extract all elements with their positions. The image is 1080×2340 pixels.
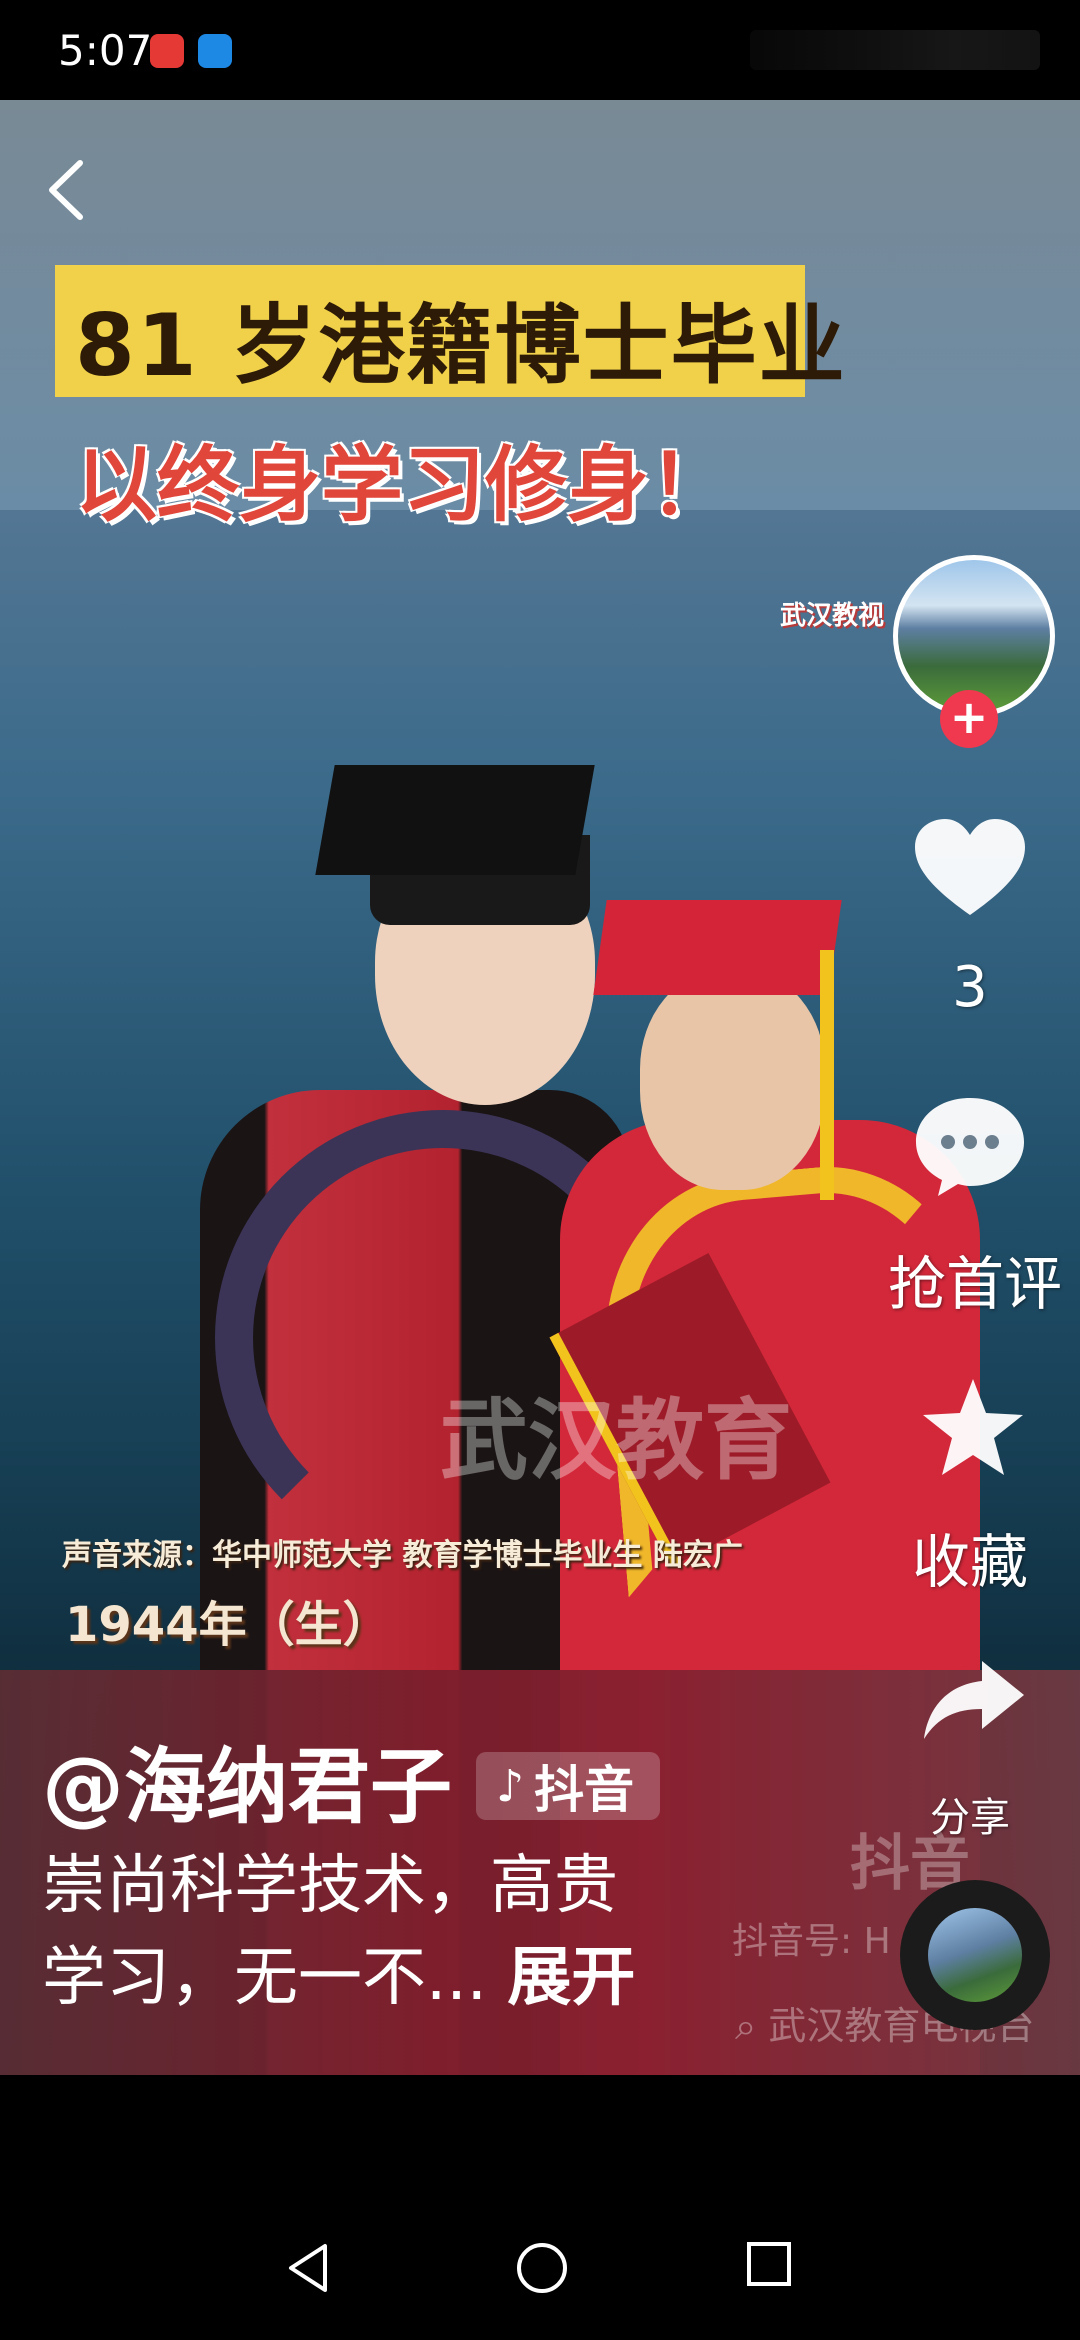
like-count: 3 [952, 955, 988, 1020]
system-nav-bar [0, 2075, 1080, 2340]
favorite-label: 收藏 [911, 1528, 1028, 1596]
back-arrow-icon [49, 160, 83, 220]
favorite-icon[interactable] [918, 1375, 1028, 1480]
huawei-icon [150, 34, 184, 68]
expand-button[interactable]: 展开 [507, 1941, 635, 2015]
platform-tag[interactable]: ♪ 抖音 [476, 1752, 661, 1820]
comment-label: 抢首评 [887, 1250, 1062, 1318]
status-bar: 5:07 [0, 0, 1080, 100]
comment-dot [963, 1135, 977, 1149]
music-disc-cover [928, 1908, 1022, 2002]
comment-dot [985, 1135, 999, 1149]
professor-tassel [820, 950, 834, 1200]
cloud-app-icon [198, 34, 232, 68]
description-line: 崇尚科学技术，高贵 [42, 1849, 618, 1923]
author-name[interactable]: @海纳君子 [42, 1720, 452, 1839]
comment-icon[interactable] [910, 1090, 1030, 1200]
like-icon[interactable] [910, 815, 1030, 925]
comment-dot [941, 1135, 955, 1149]
nav-back-icon[interactable] [283, 2240, 333, 2296]
source-caption: 声音来源：华中师范大学 教育学博士毕业生 陆宏广 [62, 1538, 743, 1573]
status-time: 5:07 [58, 26, 153, 75]
corner-logo: 武汉教视 [780, 601, 885, 631]
follow-button[interactable]: + [940, 690, 998, 748]
post-description[interactable]: 崇尚科学技术，高贵 学习，无一不... 展开 [42, 1840, 742, 2024]
year-caption: 1944年（生） [65, 1597, 391, 1653]
status-indicators [750, 30, 1040, 70]
share-label: 分享 [930, 1795, 1010, 1841]
description-line-text: 学习，无一不... [42, 1941, 488, 2015]
tiktok-id: 抖音号: H [732, 1921, 891, 1962]
professor-cap [593, 900, 842, 995]
graduate-cap [315, 765, 595, 875]
video-watermark: 武汉教育 [440, 1389, 793, 1492]
back-button[interactable] [40, 155, 100, 225]
tiktok-logo-icon: ♪ [496, 1760, 525, 1812]
nav-recents-icon[interactable] [745, 2240, 795, 2290]
video-subtitle: 以终身学习修身！ [75, 438, 732, 533]
video-title: 81 岁港籍博士毕业 [75, 296, 847, 396]
professor-head [640, 970, 825, 1190]
nav-home-icon[interactable] [514, 2240, 570, 2296]
description-line-2: 学习，无一不... 展开 [42, 1932, 742, 2024]
share-icon[interactable] [918, 1655, 1028, 1745]
platform-tag-label: 抖音 [534, 1761, 635, 1819]
